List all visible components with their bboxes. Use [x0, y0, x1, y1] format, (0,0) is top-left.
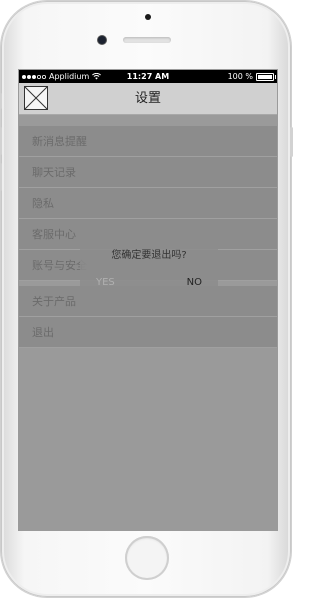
- power-button: [290, 127, 293, 157]
- volume-down-button: [0, 163, 2, 191]
- menu-item-chat-history[interactable]: 聊天记录: [19, 157, 277, 188]
- menu-item-logout[interactable]: 退出: [19, 317, 277, 348]
- battery-percentage: 100 %: [227, 72, 253, 81]
- front-camera-icon: [98, 36, 106, 44]
- battery-icon: [256, 72, 276, 81]
- phone-frame: Applidium 11:27 AM 100 % 设置 新消息提醒 聊天记录 隐…: [0, 1, 293, 597]
- mute-switch: [0, 93, 2, 109]
- no-button[interactable]: NO: [187, 277, 202, 288]
- logout-confirm-dialog: 您确定要退出吗? YES NO: [80, 237, 218, 305]
- status-right: 100 %: [227, 70, 276, 83]
- menu-item-privacy[interactable]: 隐私: [19, 188, 277, 219]
- battery-fill: [258, 74, 272, 79]
- dialog-message: 您确定要退出吗?: [111, 250, 187, 261]
- screen: Applidium 11:27 AM 100 % 设置 新消息提醒 聊天记录 隐…: [18, 69, 278, 531]
- yes-button[interactable]: YES: [96, 277, 115, 288]
- volume-up-button: [0, 127, 2, 155]
- rear-camera-dot: [145, 14, 151, 20]
- menu-item-new-message-alert[interactable]: 新消息提醒: [19, 126, 277, 157]
- status-bar: Applidium 11:27 AM 100 %: [19, 70, 277, 83]
- home-button[interactable]: [125, 536, 169, 580]
- nav-bar: 设置: [19, 83, 277, 115]
- earpiece-speaker: [123, 37, 171, 43]
- page-title: 设置: [134, 91, 161, 106]
